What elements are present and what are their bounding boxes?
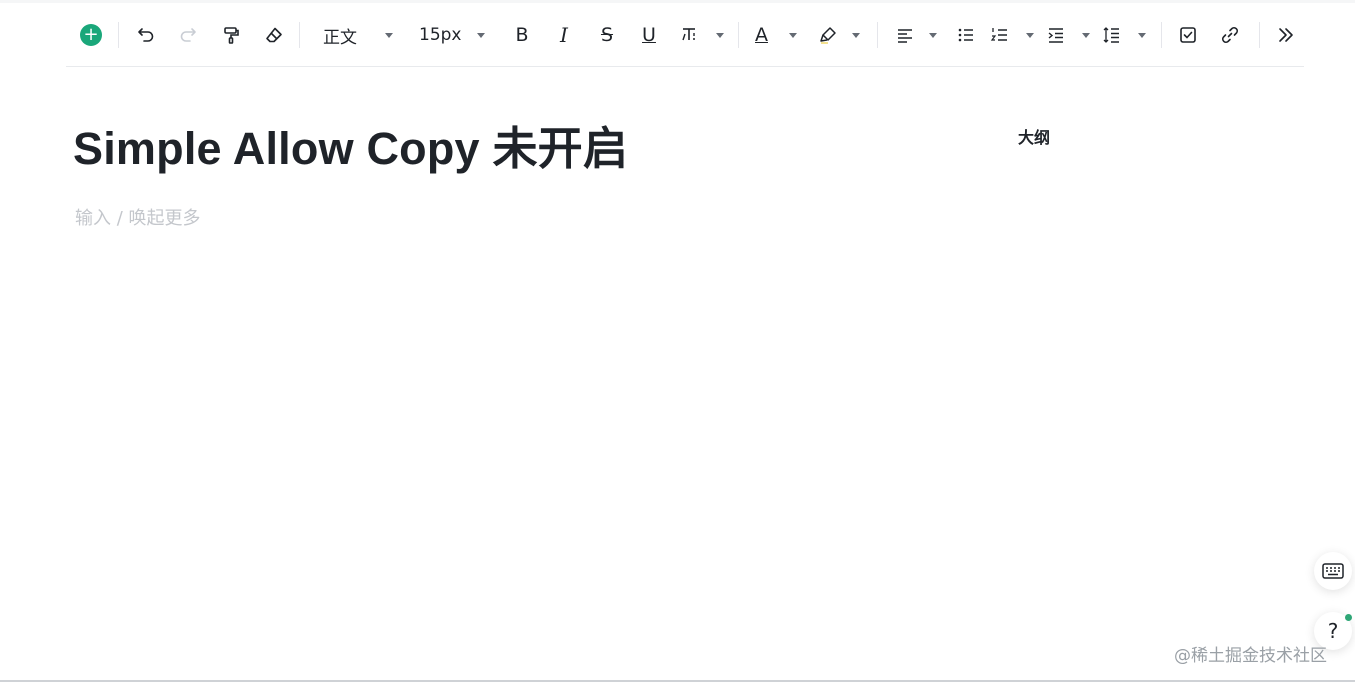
ordered-list-icon — [990, 28, 1007, 41]
format-painter-button[interactable] — [219, 20, 243, 50]
toolbar-divider — [1259, 22, 1260, 48]
underline-button[interactable]: U — [637, 20, 661, 50]
indent-dropdown[interactable] — [1046, 20, 1090, 50]
keyboard-shortcuts-button[interactable] — [1314, 552, 1352, 590]
strikethrough-icon: S — [600, 24, 614, 46]
font-color-icon: A — [755, 24, 768, 46]
font-size-dropdown[interactable]: 15px — [419, 20, 485, 50]
checkbox-icon — [1180, 27, 1196, 43]
toolbar-divider — [299, 22, 300, 48]
chevron-down-icon — [1082, 32, 1090, 38]
redo-button[interactable] — [176, 20, 200, 50]
highlighter-icon — [820, 27, 836, 44]
align-left-icon — [898, 29, 912, 43]
keyboard-icon — [1322, 563, 1344, 579]
link-icon — [1222, 27, 1238, 43]
underline-icon: U — [642, 24, 656, 46]
align-dropdown[interactable] — [895, 20, 937, 50]
font-size-value: 15px — [419, 25, 462, 45]
chevron-down-icon — [385, 32, 393, 38]
link-button[interactable] — [1218, 20, 1242, 50]
strikethrough-button[interactable]: S — [595, 20, 619, 50]
bold-icon: B — [515, 24, 529, 46]
undo-icon — [138, 28, 154, 42]
task-button[interactable] — [1176, 20, 1200, 50]
indent-icon — [1048, 28, 1063, 43]
italic-button[interactable]: I — [552, 20, 576, 50]
watermark: @稀土掘金技术社区 — [1174, 646, 1327, 666]
chevron-down-icon — [852, 32, 860, 38]
line-height-icon — [1103, 27, 1119, 43]
clear-format-button[interactable] — [262, 20, 286, 50]
plus-circle-icon: + — [80, 24, 102, 46]
highlight-dropdown[interactable] — [818, 20, 860, 50]
italic-icon: I — [560, 23, 568, 47]
eraser-icon — [266, 27, 282, 43]
window-top-edge — [0, 0, 1355, 3]
format-painter-icon — [224, 27, 239, 44]
bullet-list-icon — [958, 28, 973, 42]
chevron-down-icon — [1138, 32, 1146, 38]
line-height-dropdown[interactable] — [1102, 20, 1146, 50]
redo-icon — [180, 28, 196, 42]
editor-body-input[interactable]: 输入 / 唤起更多 — [75, 204, 201, 230]
font-color-dropdown[interactable]: A — [755, 20, 797, 50]
ordered-list-dropdown[interactable] — [990, 20, 1034, 50]
toolbar-divider — [118, 22, 119, 48]
chevron-down-icon — [789, 32, 797, 38]
insert-button[interactable]: + — [80, 20, 102, 50]
chevron-down-icon — [1026, 32, 1034, 38]
more-tools-button[interactable] — [1274, 20, 1298, 50]
document-title[interactable]: Simple Allow Copy 未开启 — [73, 112, 628, 177]
double-chevron-right-icon — [1279, 28, 1293, 42]
bullet-list-button[interactable] — [954, 20, 978, 50]
help-icon: ? — [1327, 619, 1339, 643]
toolbar-divider — [1161, 22, 1162, 48]
outline-heading: 大纲 — [1018, 128, 1051, 147]
undo-button[interactable] — [134, 20, 158, 50]
bold-button[interactable]: B — [510, 20, 534, 50]
notification-dot — [1345, 614, 1352, 621]
text-effect-dropdown[interactable] — [680, 20, 724, 50]
chevron-down-icon — [716, 32, 724, 38]
paragraph-style-value: 正文 — [323, 27, 357, 48]
paragraph-style-dropdown[interactable]: 正文 — [323, 20, 393, 50]
chevron-down-icon — [477, 32, 485, 38]
toolbar-divider — [877, 22, 878, 48]
text-effect-icon — [682, 28, 695, 41]
chevron-down-icon — [929, 32, 937, 38]
editor-toolbar: + 正文 15px B I S U A — [66, 4, 1304, 67]
toolbar-divider — [738, 22, 739, 48]
